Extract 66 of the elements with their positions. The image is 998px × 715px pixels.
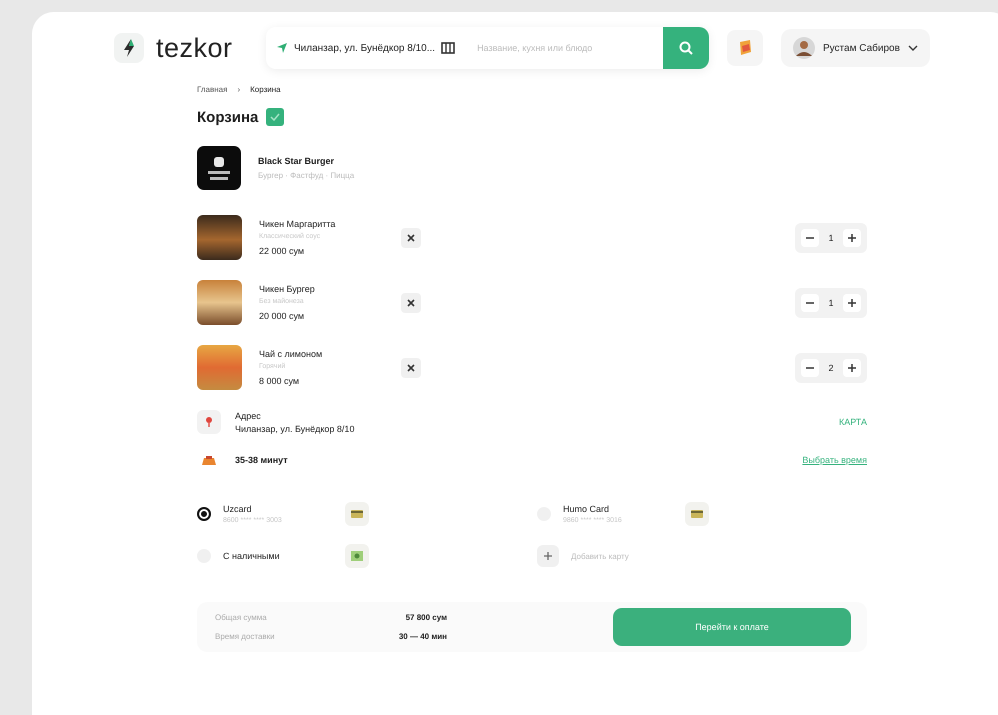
payment-name: С наличными [223,551,281,561]
close-icon [407,234,415,242]
card-icon [345,502,369,526]
location-icon [276,42,288,54]
address-label: Адрес [235,410,262,420]
photo-placeholder [197,215,242,260]
pin-icon [197,410,221,434]
delivery-time: 35-38 минут [235,455,289,465]
remove-button[interactable] [401,228,421,248]
payment-name: Uzcard [223,504,253,514]
item-name: Чикен Маргаритта [259,219,336,229]
item-name: Чай с лимоном [259,349,324,359]
plus-icon [544,552,552,560]
avatar-icon [793,37,815,59]
promo-button[interactable] [727,30,763,66]
minus-button[interactable] [801,294,819,312]
user-menu[interactable]: Рустам Сабиров [781,29,930,67]
summary-label: Время доставки [215,632,275,641]
plus-icon [848,298,856,306]
map-icon[interactable] [441,42,456,54]
photo-placeholder [197,345,242,390]
chevron-icon [908,45,918,51]
bolt-icon [114,33,144,63]
item-price: 22 000 сум [259,246,306,256]
item-price: 20 000 сум [259,311,306,321]
plus-button[interactable] [843,358,861,376]
cash-icon [345,544,369,568]
summary-value: 57 800 сум [406,613,447,622]
quantity-value: 1 [827,298,834,308]
minus-icon [806,366,814,368]
close-icon [407,364,415,372]
location-text[interactable]: Чиланзар, ул. Бунёдкор 8/10... [294,42,436,54]
summary-value: 30 — 40 мин [398,632,447,641]
restaurant-logo [197,146,241,190]
search-icon [678,40,694,56]
plus-button[interactable] [843,294,861,312]
breadcrumb-separator: › [237,85,240,94]
quantity-value: 2 [827,362,834,372]
plus-icon [848,234,856,242]
minus-button[interactable] [801,358,819,376]
breadcrumb-link[interactable]: Корзина [250,85,281,94]
summary-label: Общая сумма [215,613,267,622]
restaurant-name[interactable]: Black Star Burger [258,156,354,166]
add-card-button[interactable] [537,545,559,567]
plus-icon [848,364,856,372]
restaurant-tags: Бургер · Фастфуд · Пицца [258,171,354,180]
item-price: 8 000 сум [259,376,300,386]
check-icon [266,108,284,126]
plus-button[interactable] [843,228,861,246]
payment-name: Humo Card [563,504,610,514]
remove-button[interactable] [401,292,421,312]
card-icon [685,502,709,526]
radio-button[interactable] [197,507,211,521]
quantity-value: 1 [827,232,834,242]
breadcrumb-link[interactable]: Главная [197,85,228,94]
search-button[interactable] [663,27,709,69]
remove-button[interactable] [401,358,421,378]
photo-placeholder [197,280,242,325]
minus-button[interactable] [801,228,819,246]
address-value: Чиланзар, ул. Бунёдкор 8/10 [235,424,356,434]
close-icon [407,298,415,306]
minus-icon [806,302,814,304]
page-title: Корзина [197,108,258,126]
minus-icon [806,236,814,238]
logo-text[interactable]: tezkor [156,32,233,64]
item-name: Чикен Бургер [259,284,316,294]
